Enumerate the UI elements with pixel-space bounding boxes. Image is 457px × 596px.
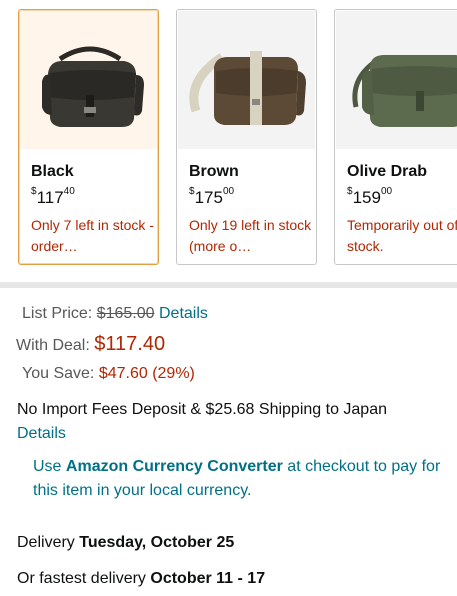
with-deal-label: With Deal: — [16, 337, 90, 354]
delivery-date: Tuesday, October 25 — [79, 534, 235, 551]
list-price-row: List Price: $165.00 Details — [22, 305, 208, 323]
deal-price-value: $117.40 — [94, 333, 166, 355]
fastest-delivery-row: Or fastest delivery October 11 - 17 — [17, 570, 265, 588]
price-details-link[interactable]: Details — [159, 305, 208, 322]
variant-availability: Temporarily out of stock. — [347, 217, 457, 254]
section-divider — [0, 282, 457, 288]
shipping-text: No Import Fees Deposit & $25.68 Shipping… — [17, 401, 387, 418]
fastest-delivery-label: Or fastest delivery — [17, 570, 151, 587]
you-save-value: $47.60 (29%) — [98, 365, 195, 382]
variant-price: $17500 — [189, 186, 235, 207]
deal-price-row: With Deal: $117.40 — [16, 333, 165, 356]
shipping-info: No Import Fees Deposit & $25.68 Shipping… — [17, 398, 447, 446]
color-variant-carousel[interactable]: Black $11740 Only 7 left in stock - orde… — [0, 0, 457, 282]
variant-card-black[interactable]: Black $11740 Only 7 left in stock - orde… — [18, 9, 159, 265]
variant-availability: Only 19 left in stock (more o… — [189, 217, 312, 254]
variant-price: $15900 — [347, 186, 393, 207]
currency-converter-notice: Use Amazon Currency Converter at checkou… — [33, 455, 443, 503]
delivery-label: Delivery — [17, 534, 80, 551]
variant-name: Brown — [189, 163, 239, 180]
list-price-label: List Price: — [22, 305, 93, 322]
you-save-row: You Save: $47.60 (29%) — [22, 365, 195, 383]
variant-card-olive-drab[interactable]: Olive Drab $15900 Temporarily out of sto… — [334, 9, 457, 265]
you-save-label: You Save: — [22, 365, 95, 382]
variant-name: Black — [31, 163, 74, 180]
currency-prefix: Use — [33, 458, 66, 475]
variant-name: Olive Drab — [347, 163, 428, 180]
list-price-value: $165.00 — [96, 305, 155, 322]
variant-image-olive-drab — [336, 11, 457, 149]
variant-image-black — [20, 11, 157, 149]
shipping-details-link[interactable]: Details — [17, 425, 66, 442]
variant-image-brown — [178, 11, 315, 149]
variant-availability: Only 7 left in stock - order… — [31, 217, 154, 254]
delivery-row: Delivery Tuesday, October 25 — [17, 534, 234, 552]
variant-card-brown[interactable]: Brown $17500 Only 19 left in stock (more… — [176, 9, 317, 265]
currency-converter-link[interactable]: Amazon Currency Converter — [66, 458, 283, 475]
fastest-delivery-date: October 11 - 17 — [150, 570, 266, 587]
variant-price: $11740 — [31, 186, 75, 207]
